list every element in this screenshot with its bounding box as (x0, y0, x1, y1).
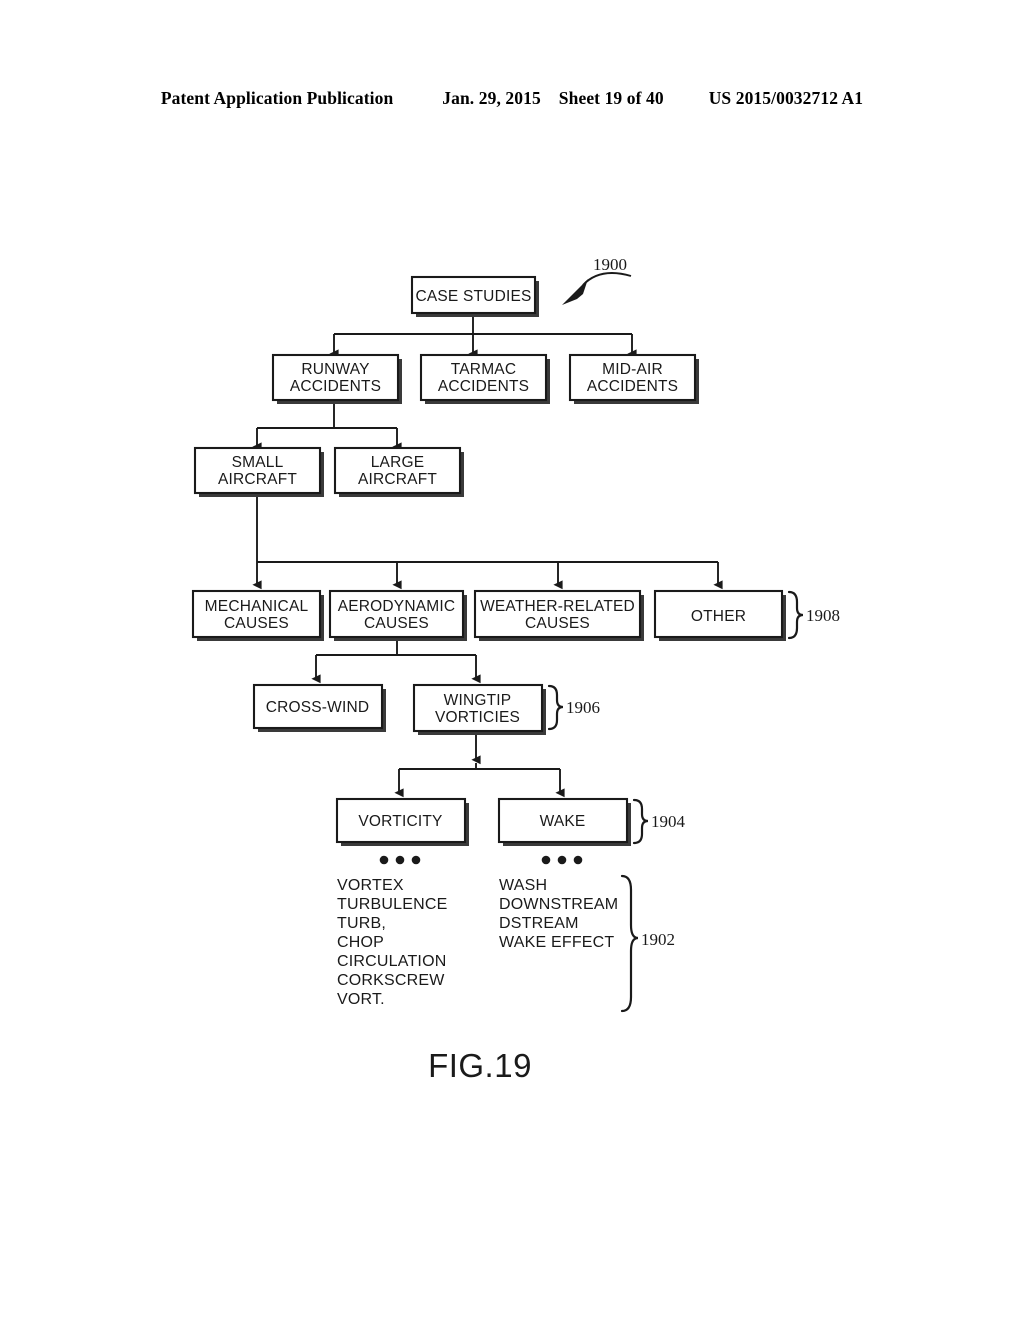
wake-term: DOWNSTREAM (499, 896, 618, 913)
ellipsis-dot (379, 855, 389, 865)
wake-term: WASH (499, 877, 547, 894)
vorticity-term-list: VORTEX TURBULENCE TURB, CHOP CIRCULATION… (337, 877, 447, 1008)
reference-numeral-1900: 1900 (593, 255, 627, 274)
brace-1908 (787, 590, 804, 640)
figure-caption: FIG.19 (428, 1047, 532, 1084)
node-tarmac-accidents-label-line1: TARMAC (451, 361, 517, 378)
node-aerodynamic-causes-label-line2: CAUSES (364, 615, 429, 632)
ellipsis-dot (411, 855, 421, 865)
node-midair-accidents[interactable]: MID-AIR ACCIDENTS (568, 353, 699, 404)
node-mechanical-causes-label-line2: CAUSES (224, 615, 289, 632)
ellipsis-dot (557, 855, 567, 865)
node-large-aircraft-label-line2: AIRCRAFT (358, 471, 437, 488)
ellipsis-dot (395, 855, 405, 865)
node-small-aircraft-label-line2: AIRCRAFT (218, 471, 297, 488)
node-wake-label: WAKE (540, 813, 586, 830)
vorticity-term: TURB, (337, 915, 386, 932)
ellipsis-dot (541, 855, 551, 865)
node-case-studies[interactable]: CASE STUDIES (410, 275, 539, 317)
node-vorticity[interactable]: VORTICITY (335, 797, 469, 846)
node-small-aircraft-label-line1: SMALL (232, 454, 284, 471)
node-tarmac-accidents-label-line2: ACCIDENTS (438, 378, 529, 395)
node-large-aircraft-label-line1: LARGE (371, 454, 425, 471)
node-wingtip-vorticies-label-line1: WINGTIP (444, 692, 512, 709)
vorticity-term: VORT. (337, 991, 385, 1008)
patent-page: Patent Application Publication Jan. 29, … (0, 0, 1024, 1320)
node-wingtip-vorticies-label-line2: VORTICIES (435, 709, 520, 726)
reference-numeral-1904: 1904 (651, 812, 686, 831)
node-other-label: OTHER (691, 608, 746, 625)
brace-group-1908: 1908 (787, 590, 840, 640)
node-midair-accidents-label-line1: MID-AIR (602, 361, 663, 378)
node-cross-wind[interactable]: CROSS-WIND (252, 683, 386, 732)
node-case-studies-label: CASE STUDIES (415, 288, 531, 305)
node-weather-related-causes[interactable]: WEATHER-RELATED CAUSES (473, 589, 644, 641)
reference-numeral-1906: 1906 (566, 698, 600, 717)
wake-term: DSTREAM (499, 915, 579, 932)
node-other[interactable]: OTHER (653, 589, 786, 641)
node-runway-accidents-label-line1: RUNWAY (301, 361, 369, 378)
vorticity-term: CORKSCREW (337, 972, 445, 989)
vorticity-term: CHOP (337, 934, 384, 951)
node-wake[interactable]: WAKE (497, 797, 631, 846)
wake-term: WAKE EFFECT (499, 934, 614, 951)
wake-term-list: WASH DOWNSTREAM DSTREAM WAKE EFFECT (499, 877, 618, 951)
ellipsis-dot (573, 855, 583, 865)
brace-1902 (620, 874, 639, 1013)
node-midair-accidents-label-line2: ACCIDENTS (587, 378, 678, 395)
node-aerodynamic-causes-label-line1: AERODYNAMIC (338, 598, 456, 615)
node-cross-wind-label: CROSS-WIND (266, 699, 370, 716)
vorticity-term: TURBULENCE (337, 896, 447, 913)
node-small-aircraft[interactable]: SMALL AIRCRAFT (193, 446, 324, 497)
brace-group-1906: 1906 (547, 684, 600, 731)
reference-numeral-1908: 1908 (806, 606, 840, 625)
vorticity-term: CIRCULATION (337, 953, 446, 970)
ellipsis-under-wake (541, 855, 583, 865)
brace-1906 (547, 684, 564, 731)
node-runway-accidents-label-line2: ACCIDENTS (290, 378, 381, 395)
node-mechanical-causes-label-line1: MECHANICAL (205, 598, 309, 615)
reference-numeral-1902: 1902 (641, 930, 675, 949)
node-wingtip-vorticies[interactable]: WINGTIP VORTICIES (412, 683, 546, 735)
vorticity-term: VORTEX (337, 877, 404, 894)
node-aerodynamic-causes[interactable]: AERODYNAMIC CAUSES (328, 589, 467, 641)
node-weather-related-causes-label-line1: WEATHER-RELATED (480, 598, 635, 615)
node-weather-related-causes-label-line2: CAUSES (525, 615, 590, 632)
brace-group-1904: 1904 (632, 798, 686, 845)
ellipsis-under-vorticity (379, 855, 421, 865)
brace-1904 (632, 798, 649, 845)
node-runway-accidents[interactable]: RUNWAY ACCIDENTS (271, 353, 402, 404)
figure-19-diagram: CASE STUDIES RUNWAY ACCIDENTS TARMAC ACC… (191, 255, 840, 1084)
brace-group-1902: 1902 (620, 874, 675, 1013)
node-vorticity-label: VORTICITY (358, 813, 442, 830)
lead-line-1900 (582, 272, 632, 286)
node-mechanical-causes[interactable]: MECHANICAL CAUSES (191, 589, 324, 641)
node-tarmac-accidents[interactable]: TARMAC ACCIDENTS (419, 353, 550, 404)
node-large-aircraft[interactable]: LARGE AIRCRAFT (333, 446, 464, 497)
